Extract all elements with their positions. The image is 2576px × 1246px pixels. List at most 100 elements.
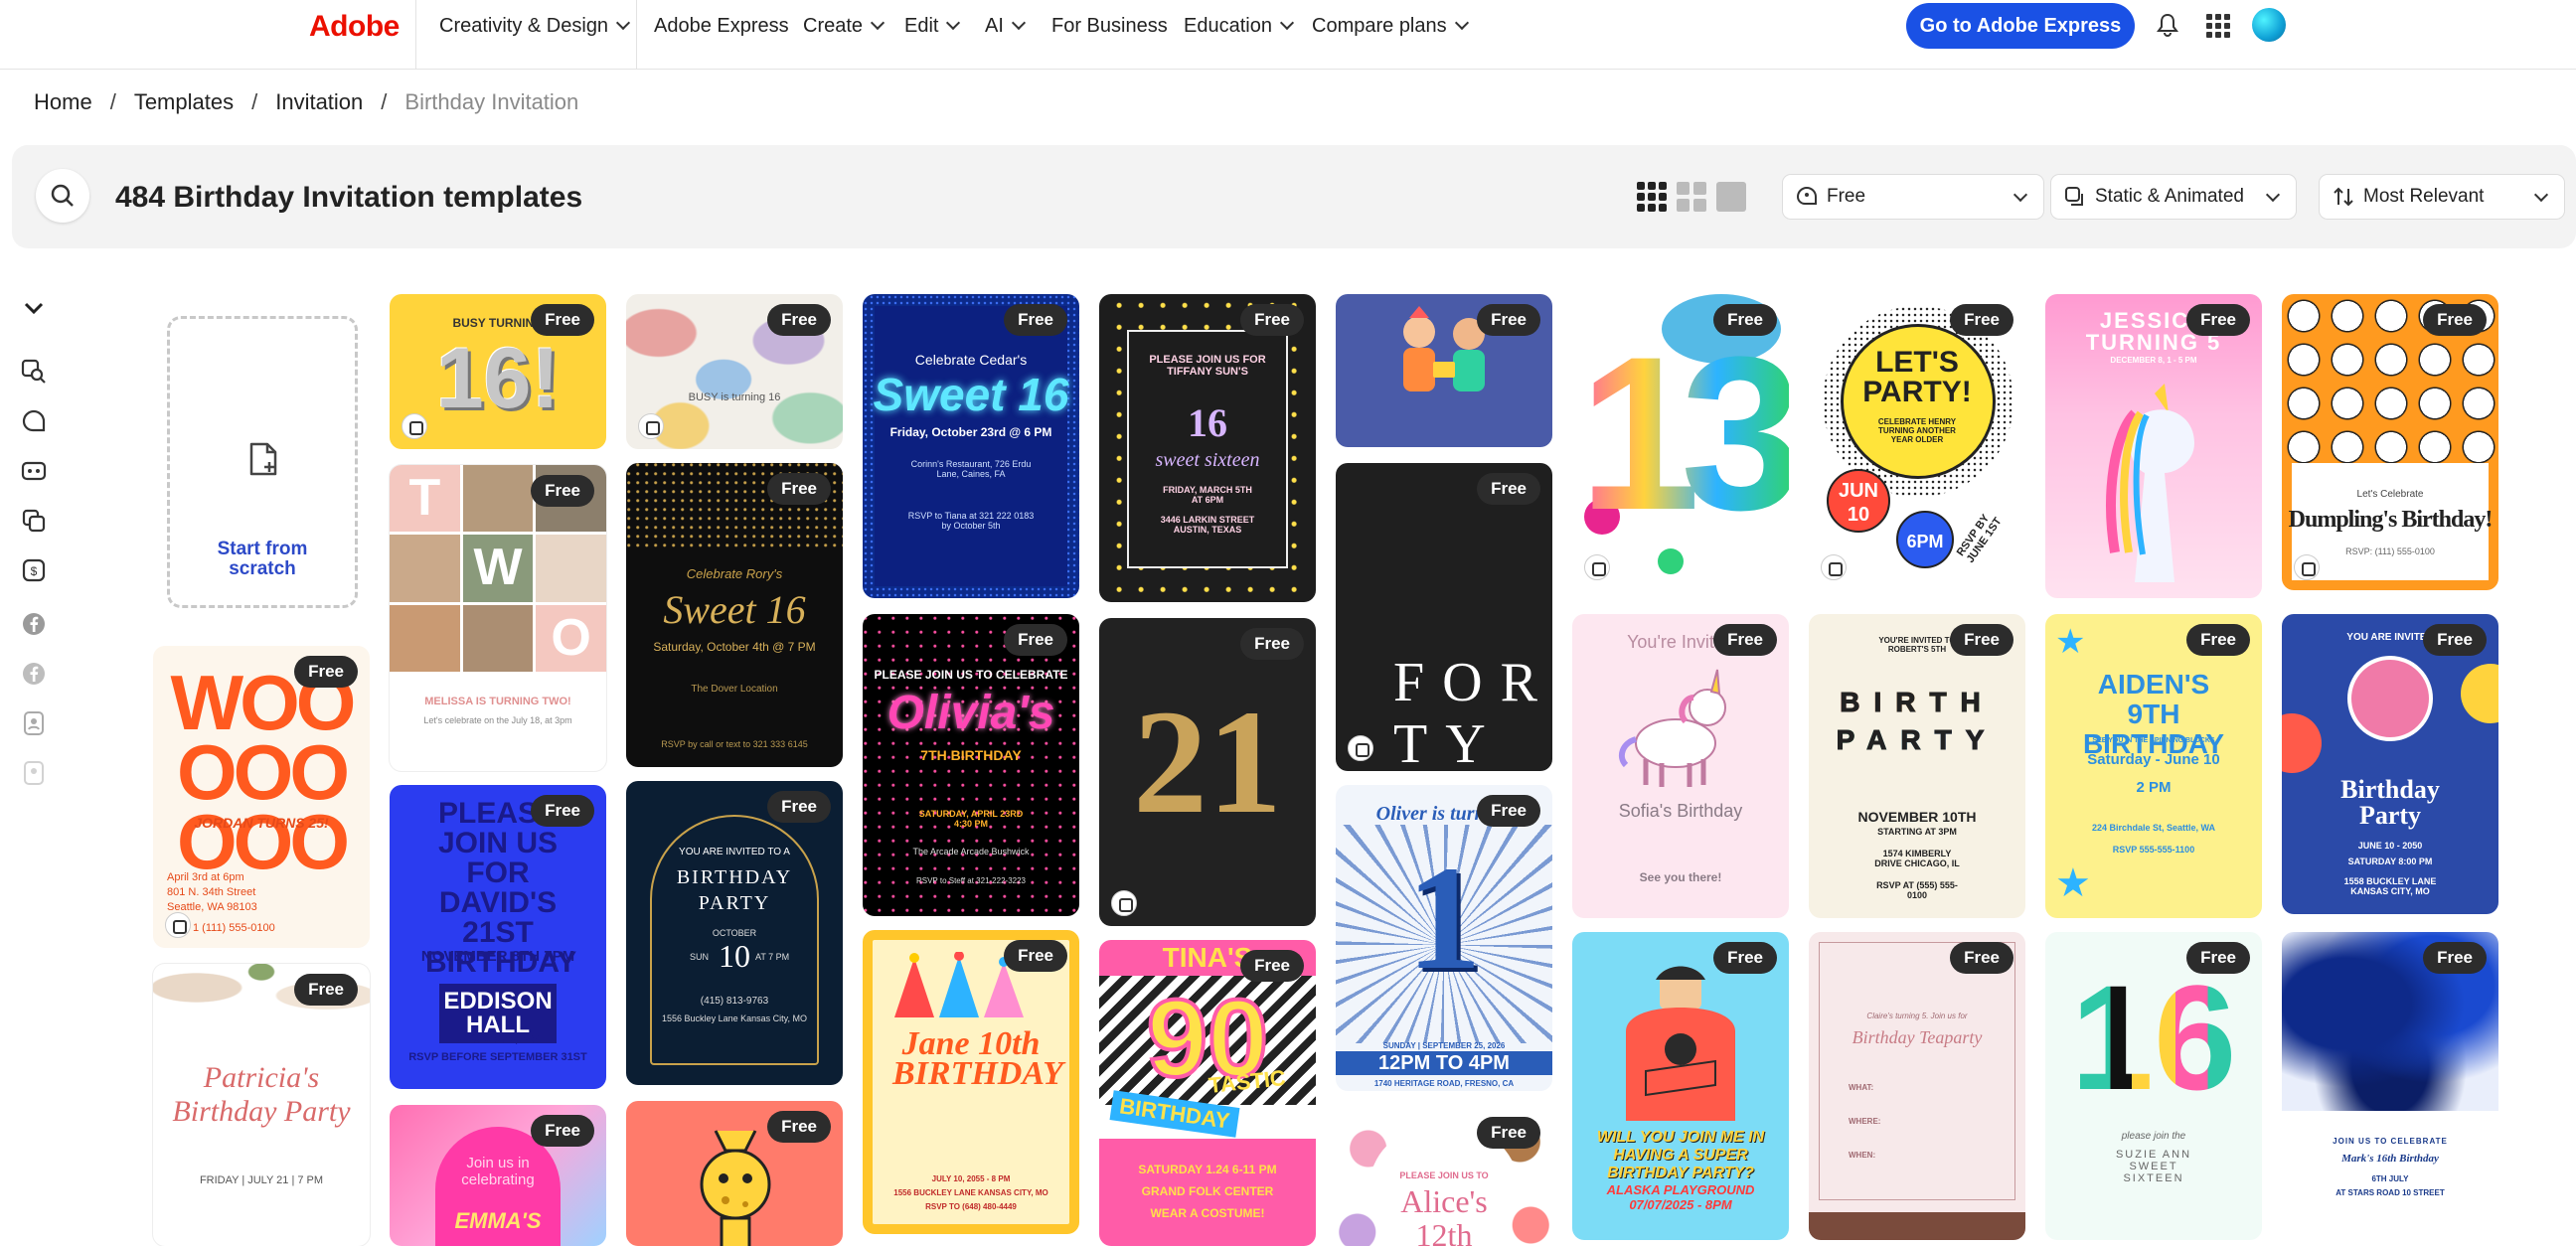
template-card[interactable]: 16 please join the SUZIE ANN SWEET SIXTE… xyxy=(2045,932,2262,1240)
template-card[interactable]: Join us in celebrating EMMA'S Free xyxy=(390,1105,606,1246)
template-card[interactable]: FORTY Free xyxy=(1336,463,1552,771)
template-text: Saturday, October 4th @ 7 PM xyxy=(653,640,816,654)
grid-small-view-icon[interactable] xyxy=(1636,181,1668,213)
template-text: ALASKA PLAYGROUND 07/07/2025 - 8PM xyxy=(1606,1182,1755,1212)
template-card[interactable]: 13 Free xyxy=(1572,294,1789,590)
template-card[interactable]: WOOOOOOOO JORDAN TURNS 25! April 3rd at … xyxy=(153,646,370,948)
go-to-adobe-express-button[interactable]: Go to Adobe Express xyxy=(1906,3,2135,49)
start-from-scratch-card[interactable]: Start from scratch xyxy=(167,316,358,608)
template-card[interactable]: PLEASE JOIN US FOR TIFFANY SUN'S 16 swee… xyxy=(1099,294,1316,602)
nav-create[interactable]: Create xyxy=(803,15,886,38)
template-text: The Dover Location xyxy=(691,684,778,695)
template-card[interactable]: LET'S PARTY! CELEBRATE HENRY TURNING ANO… xyxy=(1809,294,2025,590)
template-card[interactable]: TINA'S 90 TASTIC BIRTHDAY SATURDAY 1.24 … xyxy=(1099,940,1316,1246)
unicorn-illustration xyxy=(1618,669,1726,787)
template-text: JORDAN TURNS 25! xyxy=(194,815,329,831)
template-text: Sweet 16 xyxy=(873,369,1069,420)
facebook-icon[interactable] xyxy=(20,660,48,688)
nav-ai[interactable]: AI xyxy=(985,15,1026,38)
search-button[interactable] xyxy=(36,169,89,223)
template-text: 1558 BUCKLEY LANE KANSAS CITY, MO xyxy=(2343,876,2437,896)
chevron-down-icon xyxy=(1011,15,1026,31)
avatar[interactable] xyxy=(2252,8,2286,42)
template-card[interactable]: You're Invited Sofia's Birthday See you … xyxy=(1572,614,1789,918)
template-card[interactable]: Celebrate Cedar's Sweet 16 Friday, Octob… xyxy=(863,294,1079,598)
profile-icon[interactable] xyxy=(20,759,48,787)
template-card[interactable]: JESSICA TURNING 5 DECEMBER 8, 1 - 5 PM F… xyxy=(2045,294,2262,598)
nav-edit[interactable]: Edit xyxy=(904,15,961,38)
paid-icon[interactable]: $ xyxy=(20,556,48,584)
breadcrumb-current: Birthday Invitation xyxy=(404,89,579,114)
breadcrumb-templates[interactable]: Templates xyxy=(134,89,234,115)
free-badge: Free xyxy=(767,1111,831,1143)
nav-label: Adobe Express xyxy=(654,15,789,37)
breadcrumb-invitation[interactable]: Invitation xyxy=(275,89,363,115)
template-card[interactable]: Celebrate Rory's Sweet 16 Saturday, Octo… xyxy=(626,463,843,767)
chevron-down-icon xyxy=(2012,187,2028,203)
breadcrumb-home[interactable]: Home xyxy=(34,89,92,115)
template-text: SATURDAY 1.24 6-11 PM xyxy=(1138,1163,1277,1176)
nav-creativity-design[interactable]: Creativity & Design xyxy=(439,15,631,38)
collapse-chevron-icon[interactable] xyxy=(20,294,48,322)
nav-adobe-express[interactable]: Adobe Express xyxy=(654,15,789,38)
template-card[interactable]: Patricia's Birthday Party FRIDAY | JULY … xyxy=(153,964,370,1246)
free-badge: Free xyxy=(1713,304,1777,336)
template-card[interactable]: YOU'RE INVITED TO ROBERT'S 5TH BIRTH PAR… xyxy=(1809,614,2025,918)
results-title: 484 Birthday Invitation templates xyxy=(115,181,583,214)
template-card[interactable]: Free xyxy=(1336,294,1552,447)
search-templates-icon[interactable] xyxy=(20,358,48,386)
template-card[interactable]: BUSY is turning 16 Free xyxy=(626,294,843,449)
template-text: FRIDAY, MARCH 5TH AT 6PM xyxy=(1163,485,1252,505)
template-text: BUSY is turning 16 xyxy=(688,391,781,403)
template-card[interactable]: T W O MELISSA IS TURNING TWO! Let's cele… xyxy=(390,465,606,771)
template-card[interactable]: Let's Celebrate Dumpling's Birthday! RSV… xyxy=(2282,294,2498,590)
template-card[interactable]: PLEASE JOIN US FOR DAVID'S 21ST BIRTHDAY… xyxy=(390,785,606,1089)
template-text: NOVEMBER 8TH 7PM xyxy=(420,948,575,965)
nav-compare-plans[interactable]: Compare plans xyxy=(1312,15,1469,38)
adobe-logo[interactable]: Adobe xyxy=(309,10,400,44)
template-text: T xyxy=(390,465,460,533)
template-text: 13 xyxy=(1572,314,1789,552)
nav-for-business[interactable]: For Business xyxy=(1051,15,1168,38)
template-card[interactable]: ★ ★ AIDEN'S 9TH BIRTHDAY SEE YOU IN THE … xyxy=(2045,614,2262,918)
profile-icon[interactable] xyxy=(20,709,48,737)
template-card[interactable]: BUSY TURNING 16! Free xyxy=(390,294,606,449)
template-card[interactable]: YOU ARE INVITED TO A BIRTHDAY PARTY OCTO… xyxy=(626,781,843,1085)
template-card[interactable]: Jane 10th BIRTHDAY JULY 10, 2055 - 8 PM … xyxy=(863,930,1079,1234)
layers-icon[interactable] xyxy=(20,507,48,535)
template-card[interactable]: Claire's turning 5. Join us for Birthday… xyxy=(1809,932,2025,1240)
template-card[interactable]: 21 Free xyxy=(1099,618,1316,926)
sort-dropdown[interactable]: Most Relevant xyxy=(2320,175,2564,219)
grid-large-view-icon[interactable] xyxy=(1715,181,1747,213)
price-filter-dropdown[interactable]: Free xyxy=(1783,175,2043,219)
template-card[interactable]: PLEASE JOIN US TO CELEBRATE Olivia's 7TH… xyxy=(863,614,1079,916)
template-text: FRIDAY | JULY 21 | 7 PM xyxy=(199,1174,324,1186)
template-text: Patricia's Birthday Party xyxy=(172,1061,351,1128)
template-card[interactable]: YOU ARE INVITED Birthday Party JUNE 10 -… xyxy=(2282,614,2498,914)
template-card[interactable]: Oliver is turning 1 SUNDAY | SEPTEMBER 2… xyxy=(1336,785,1552,1091)
template-text: SATURDAY 8:00 PM xyxy=(2347,857,2433,866)
animated-icon xyxy=(402,413,427,439)
nav-divider xyxy=(415,0,416,70)
app-switcher-icon[interactable] xyxy=(2206,14,2230,38)
template-text: O xyxy=(536,604,606,672)
free-badge: Free xyxy=(1240,628,1304,660)
template-text: YOU ARE INVITED TO A xyxy=(679,847,790,857)
type-filter-dropdown[interactable]: Static & Animated xyxy=(2051,175,2296,219)
free-badge: Free xyxy=(531,475,594,507)
chevron-down-icon xyxy=(1454,15,1469,31)
nav-education[interactable]: Education xyxy=(1184,15,1295,38)
facebook-icon[interactable] xyxy=(20,610,48,638)
grid-medium-view-icon[interactable] xyxy=(1676,181,1707,213)
bell-icon[interactable] xyxy=(2157,13,2178,37)
template-text: BIRTH PARTY xyxy=(1836,687,1999,756)
template-text: MELISSA IS TURNING TWO! xyxy=(424,696,571,707)
template-card[interactable]: Free xyxy=(626,1101,843,1246)
media-type-icon[interactable] xyxy=(20,457,48,485)
template-card[interactable]: PLEASE JOIN US TO Alice's 12th Free xyxy=(1336,1107,1552,1246)
price-tag-icon[interactable] xyxy=(20,407,48,435)
template-text: SATURDAY, APRIL 23RD 4:30 PM xyxy=(918,809,1024,829)
template-text: RSVP to Steff at 321-222-3223 xyxy=(915,876,1026,885)
template-card[interactable]: JOIN US TO CELEBRATE Mark's 16th Birthda… xyxy=(2282,932,2498,1240)
template-card[interactable]: WILL YOU JOIN ME IN HAVING A SUPER BIRTH… xyxy=(1572,932,1789,1240)
